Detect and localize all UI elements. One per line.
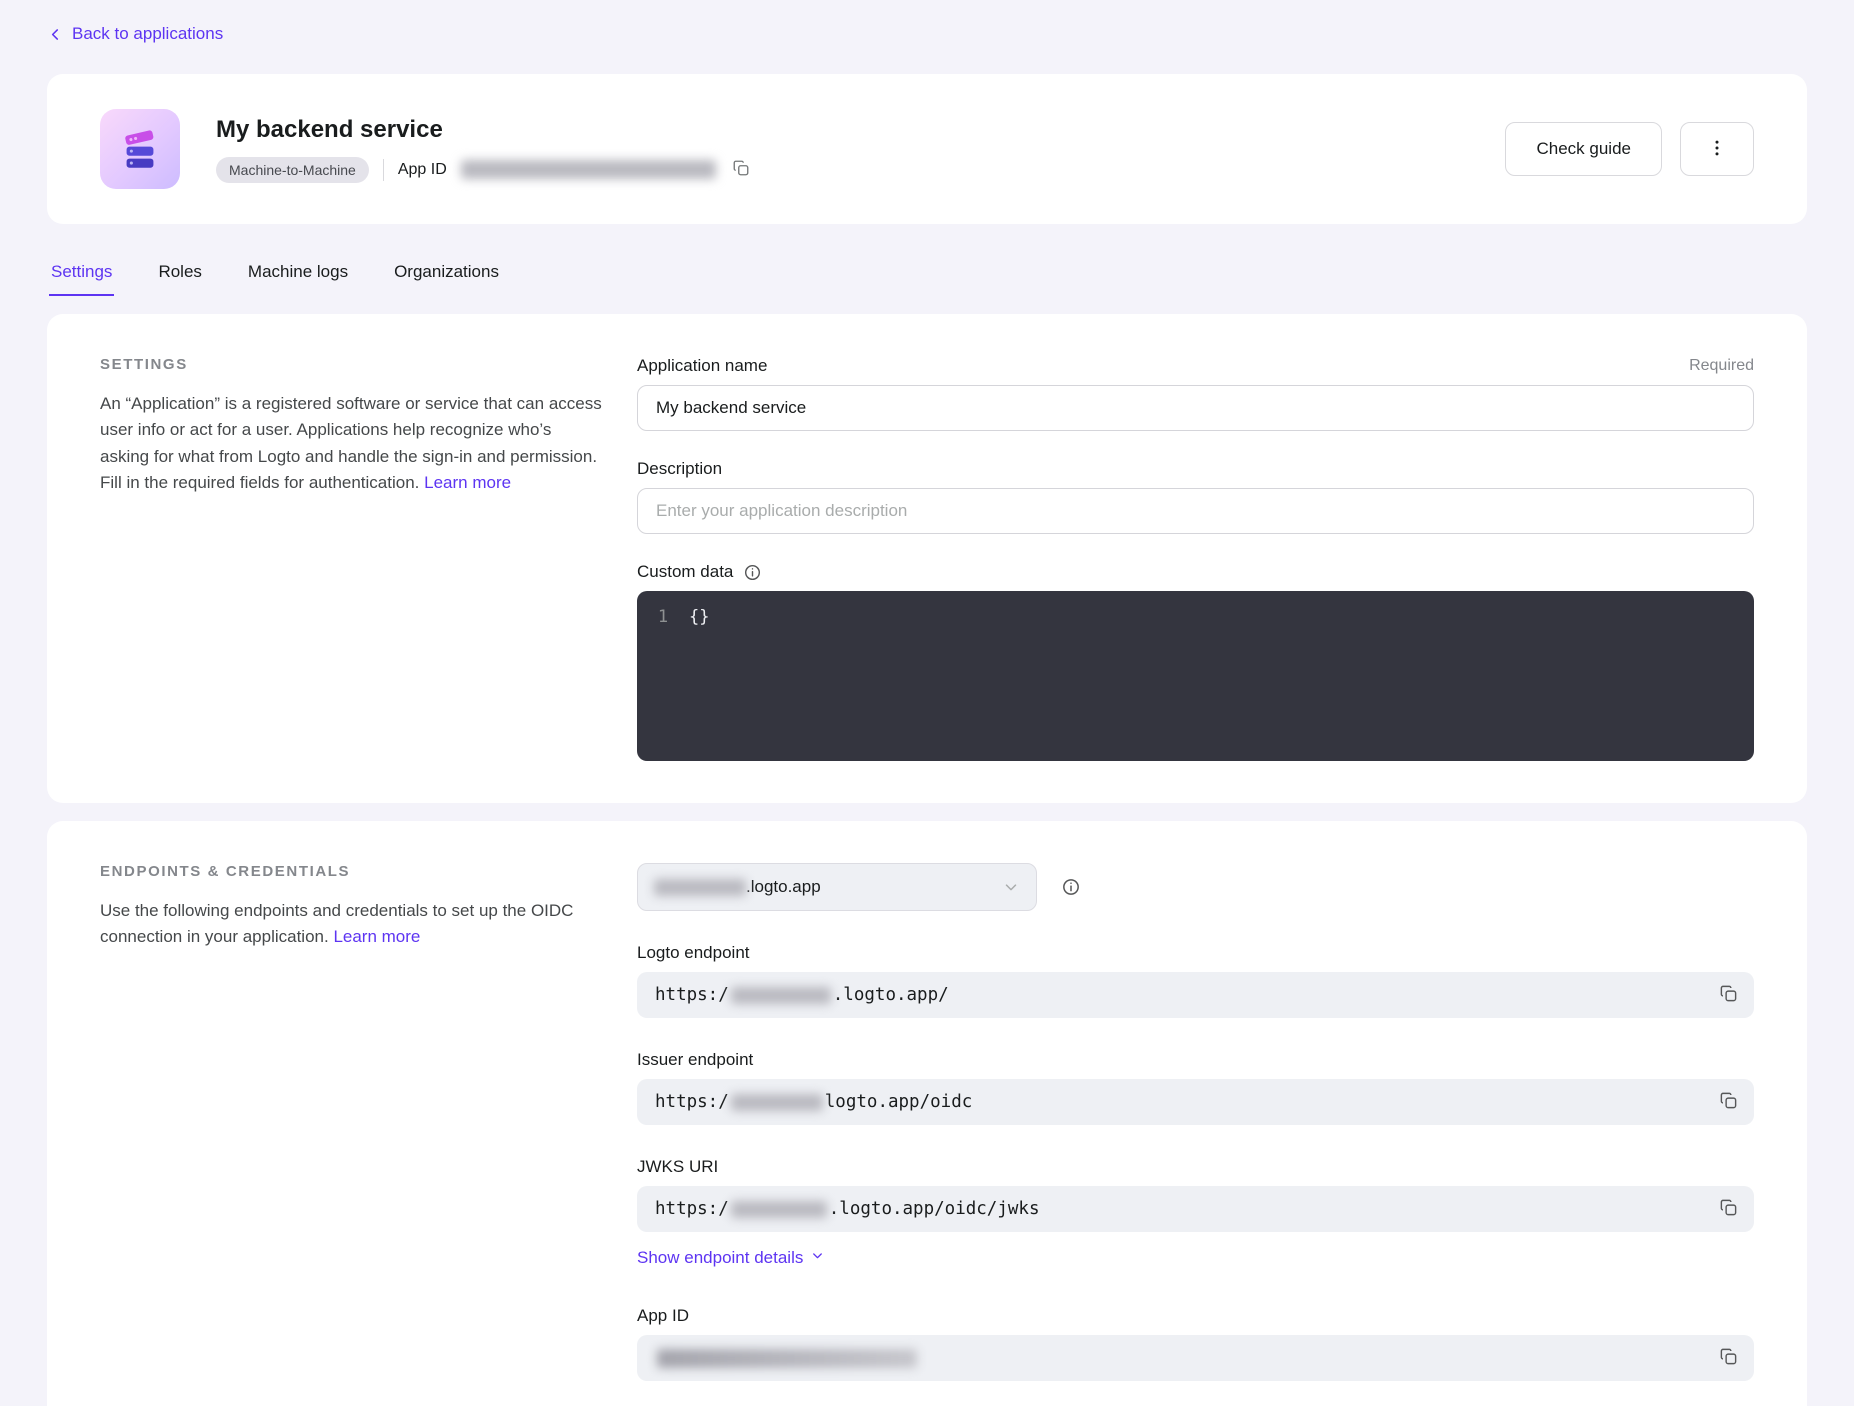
- app-meta-row: Machine-to-Machine App ID: [216, 157, 1481, 183]
- back-link-label: Back to applications: [72, 24, 223, 44]
- copy-icon: [1719, 1347, 1738, 1369]
- tab-roles[interactable]: Roles: [156, 258, 203, 296]
- back-to-applications-link[interactable]: Back to applications: [47, 20, 223, 48]
- custom-data-field-group: Custom data 1 {}: [637, 562, 1754, 761]
- description-label: Description: [637, 459, 722, 479]
- issuer-endpoint-label: Issuer endpoint: [637, 1050, 753, 1070]
- tab-settings[interactable]: Settings: [49, 258, 114, 296]
- required-hint: Required: [1689, 357, 1754, 375]
- endpoints-form: .logto.app Logto endpoint: [637, 863, 1754, 1406]
- logto-endpoint-field: https:/ .logto.app/: [637, 972, 1754, 1018]
- server-stack-glyph: [117, 126, 163, 172]
- copy-icon: [1719, 984, 1738, 1006]
- url-suffix: logto.app/oidc: [825, 1092, 973, 1112]
- editor-code: {}: [689, 607, 709, 627]
- domain-select[interactable]: .logto.app: [637, 863, 1037, 911]
- application-name-label: Application name: [637, 356, 767, 376]
- custom-data-label: Custom data: [637, 562, 762, 582]
- editor-line-number: 1: [637, 607, 689, 627]
- issuer-endpoint-field: https:/ logto.app/oidc: [637, 1079, 1754, 1125]
- url-suffix: .logto.app/oidc/jwks: [829, 1199, 1040, 1219]
- machine-to-machine-app-icon: [100, 109, 180, 189]
- tab-machine-logs[interactable]: Machine logs: [246, 258, 350, 296]
- page-title: My backend service: [216, 116, 1481, 144]
- copy-app-id-button[interactable]: [730, 157, 752, 182]
- endpoints-section-heading: ENDPOINTS & CREDENTIALS: [100, 863, 605, 880]
- application-name-input[interactable]: [637, 385, 1754, 431]
- custom-data-label-text: Custom data: [637, 562, 733, 582]
- more-options-button[interactable]: [1680, 122, 1754, 176]
- endpoints-credentials-card: ENDPOINTS & CREDENTIALS Use the followin…: [47, 821, 1807, 1406]
- custom-data-editor[interactable]: 1 {}: [637, 591, 1754, 761]
- check-guide-button[interactable]: Check guide: [1505, 122, 1662, 176]
- domain-row: .logto.app: [637, 863, 1754, 911]
- description-field-group: Description: [637, 459, 1754, 534]
- app-id-field: [637, 1335, 1754, 1381]
- url-redacted: [731, 1094, 823, 1111]
- endpoints-learn-more-link[interactable]: Learn more: [333, 927, 420, 946]
- info-icon[interactable]: [743, 563, 762, 582]
- chevron-down-icon: [810, 1248, 825, 1268]
- app-id-redacted: [657, 1349, 917, 1368]
- endpoints-section-description: Use the following endpoints and credenti…: [100, 898, 605, 951]
- copy-jwks-uri-button[interactable]: [1716, 1195, 1741, 1223]
- url-redacted: [731, 1201, 827, 1218]
- copy-icon: [1719, 1091, 1738, 1113]
- settings-learn-more-link[interactable]: Learn more: [424, 473, 511, 492]
- domain-select-value: .logto.app: [654, 877, 821, 897]
- logto-endpoint-label: Logto endpoint: [637, 943, 750, 963]
- settings-form: Application name Required Description Cu…: [637, 356, 1754, 761]
- copy-icon: [1719, 1198, 1738, 1220]
- kebab-icon: [1707, 138, 1727, 161]
- tab-organizations[interactable]: Organizations: [392, 258, 501, 296]
- url-redacted: [731, 987, 831, 1004]
- settings-section-heading: SETTINGS: [100, 356, 605, 373]
- copy-app-id-field-button[interactable]: [1716, 1344, 1741, 1372]
- copy-issuer-endpoint-button[interactable]: [1716, 1088, 1741, 1116]
- chevron-left-icon: [47, 26, 64, 43]
- show-endpoint-details-label: Show endpoint details: [637, 1248, 803, 1268]
- app-id-value-redacted: [461, 160, 716, 179]
- settings-description-text: An “Application” is a registered softwar…: [100, 394, 602, 492]
- app-type-badge: Machine-to-Machine: [216, 157, 369, 183]
- header-info: My backend service Machine-to-Machine Ap…: [216, 116, 1481, 183]
- chevron-down-icon: [1002, 878, 1020, 896]
- app-id-label: App ID: [398, 161, 447, 179]
- endpoints-section-intro: ENDPOINTS & CREDENTIALS Use the followin…: [100, 863, 605, 1406]
- domain-info-icon[interactable]: [1061, 877, 1081, 897]
- show-endpoint-details-link[interactable]: Show endpoint details: [637, 1248, 825, 1268]
- header-actions: Check guide: [1505, 122, 1754, 176]
- logto-endpoint-group: Logto endpoint https:/ .logto.app/: [637, 943, 1754, 1018]
- url-prefix: https:/: [655, 1092, 729, 1112]
- url-prefix: https:/: [655, 985, 729, 1005]
- application-header-card: My backend service Machine-to-Machine Ap…: [47, 74, 1807, 224]
- settings-card: SETTINGS An “Application” is a registere…: [47, 314, 1807, 803]
- application-name-field-group: Application name Required: [637, 356, 1754, 431]
- tab-bar: Settings Roles Machine logs Organization…: [47, 258, 1807, 296]
- copy-logto-endpoint-button[interactable]: [1716, 981, 1741, 1009]
- jwks-uri-label: JWKS URI: [637, 1157, 718, 1177]
- settings-section-description: An “Application” is a registered softwar…: [100, 391, 605, 496]
- url-prefix: https:/: [655, 1199, 729, 1219]
- domain-suffix: .logto.app: [746, 877, 821, 896]
- app-id-field-label: App ID: [637, 1306, 689, 1326]
- url-suffix: .logto.app/: [833, 985, 949, 1005]
- divider: [383, 159, 384, 181]
- jwks-uri-field: https:/ .logto.app/oidc/jwks: [637, 1186, 1754, 1232]
- description-input[interactable]: [637, 488, 1754, 534]
- copy-icon: [732, 159, 750, 180]
- application-detail-page: Back to applications My backend service …: [0, 0, 1854, 1406]
- domain-subdomain-redacted: [654, 879, 746, 896]
- settings-section-intro: SETTINGS An “Application” is a registere…: [100, 356, 605, 761]
- app-id-group: App ID: [637, 1306, 1754, 1381]
- issuer-endpoint-group: Issuer endpoint https:/ logto.app/oidc: [637, 1050, 1754, 1125]
- jwks-uri-group: JWKS URI https:/ .logto.app/oidc/jwks: [637, 1157, 1754, 1268]
